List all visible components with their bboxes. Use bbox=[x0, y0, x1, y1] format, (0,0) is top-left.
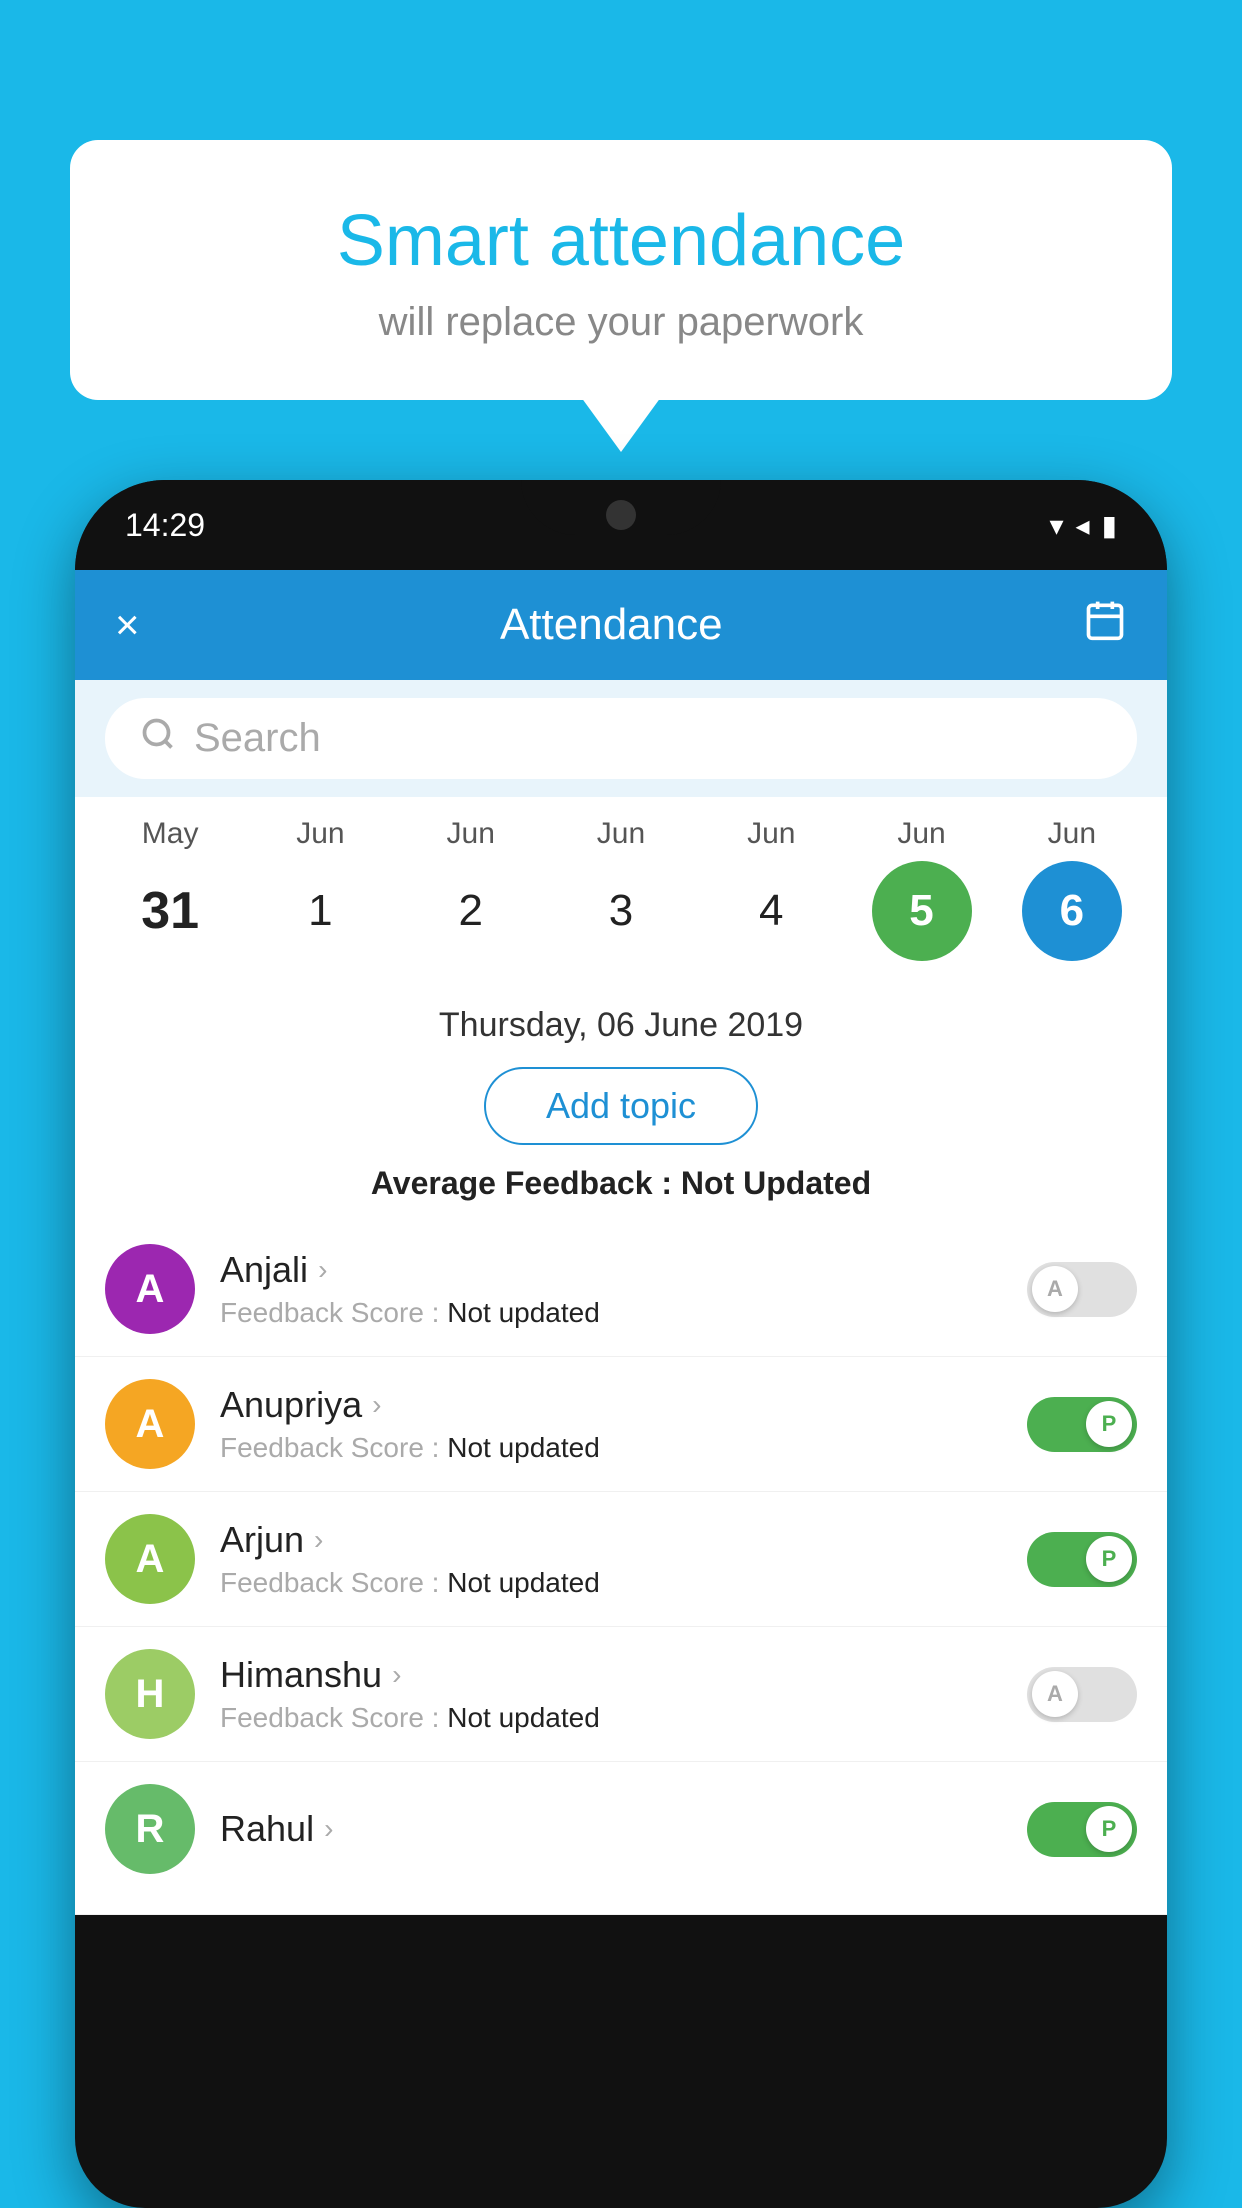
chevron-icon: › bbox=[314, 1524, 323, 1556]
search-bar-wrapper: Search bbox=[75, 680, 1167, 797]
avg-feedback-value: Not Updated bbox=[681, 1165, 871, 1201]
app-screen: × Attendance Search bbox=[75, 570, 1167, 1915]
avatar-arjun: A bbox=[105, 1514, 195, 1604]
speech-bubble: Smart attendance will replace your paper… bbox=[70, 140, 1172, 400]
avatar-anupriya: A bbox=[105, 1379, 195, 1469]
calendar-icon[interactable] bbox=[1083, 598, 1127, 652]
month-3: Jun bbox=[556, 817, 686, 851]
date-3[interactable]: 3 bbox=[556, 886, 686, 936]
battery-icon: ▮ bbox=[1102, 509, 1117, 542]
wifi-icon: ▾ bbox=[1049, 509, 1063, 542]
date-0[interactable]: 31 bbox=[105, 881, 235, 941]
avatar-himanshu: H bbox=[105, 1649, 195, 1739]
phone-frame: 14:29 ▾ ◂ ▮ × Attendance bbox=[75, 480, 1167, 2208]
student-name-partial[interactable]: Rahul › bbox=[220, 1808, 1027, 1850]
student-item-arjun: A Arjun › Feedback Score : Not updated P bbox=[75, 1492, 1167, 1627]
toggle-anupriya[interactable]: P bbox=[1027, 1397, 1137, 1452]
student-list: A Anjali › Feedback Score : Not updated … bbox=[75, 1222, 1167, 1915]
calendar-section: May Jun Jun Jun Jun Jun Jun 31 1 2 3 4 5… bbox=[75, 797, 1167, 981]
app-header: × Attendance bbox=[75, 570, 1167, 680]
student-item-himanshu: H Himanshu › Feedback Score : Not update… bbox=[75, 1627, 1167, 1762]
avatar-partial: R bbox=[105, 1784, 195, 1874]
chevron-icon: › bbox=[372, 1389, 381, 1421]
toggle-himanshu[interactable]: A bbox=[1027, 1667, 1137, 1722]
month-1: Jun bbox=[255, 817, 385, 851]
avg-feedback: Average Feedback : Not Updated bbox=[95, 1165, 1147, 1202]
signal-icon: ◂ bbox=[1076, 509, 1090, 542]
status-icons: ▾ ◂ ▮ bbox=[1049, 509, 1117, 542]
student-name-himanshu[interactable]: Himanshu › bbox=[220, 1654, 1027, 1696]
close-button[interactable]: × bbox=[115, 601, 140, 649]
search-placeholder: Search bbox=[194, 716, 321, 761]
date-2[interactable]: 2 bbox=[406, 886, 536, 936]
date-6[interactable]: 6 bbox=[1007, 861, 1137, 961]
bubble-subtitle: will replace your paperwork bbox=[130, 300, 1112, 345]
toggle-knob-himanshu: A bbox=[1032, 1671, 1078, 1717]
avg-feedback-label: Average Feedback : bbox=[371, 1165, 681, 1201]
toggle-partial[interactable]: P bbox=[1027, 1802, 1137, 1857]
student-info-partial: Rahul › bbox=[220, 1808, 1027, 1850]
student-score-anjali: Feedback Score : Not updated bbox=[220, 1297, 1027, 1329]
date-4[interactable]: 4 bbox=[706, 886, 836, 936]
speech-bubble-container: Smart attendance will replace your paper… bbox=[70, 140, 1172, 400]
phone-notch bbox=[521, 480, 721, 535]
toggle-arjun[interactable]: P bbox=[1027, 1532, 1137, 1587]
calendar-months: May Jun Jun Jun Jun Jun Jun bbox=[75, 817, 1167, 851]
status-bar: 14:29 ▾ ◂ ▮ bbox=[75, 480, 1167, 570]
date-info-section: Thursday, 06 June 2019 Add topic Average… bbox=[75, 981, 1167, 1222]
month-0: May bbox=[105, 817, 235, 851]
student-info-anjali: Anjali › Feedback Score : Not updated bbox=[220, 1249, 1027, 1329]
bubble-title: Smart attendance bbox=[130, 200, 1112, 282]
chevron-icon: › bbox=[392, 1659, 401, 1691]
month-6: Jun bbox=[1007, 817, 1137, 851]
selected-date-label: Thursday, 06 June 2019 bbox=[95, 1006, 1147, 1045]
student-score-anupriya: Feedback Score : Not updated bbox=[220, 1432, 1027, 1464]
calendar-dates: 31 1 2 3 4 5 6 bbox=[75, 851, 1167, 971]
chevron-icon: › bbox=[318, 1254, 327, 1286]
status-time: 14:29 bbox=[125, 507, 205, 544]
toggle-knob-arjun: P bbox=[1086, 1536, 1132, 1582]
student-item-anupriya: A Anupriya › Feedback Score : Not update… bbox=[75, 1357, 1167, 1492]
toggle-knob-anupriya: P bbox=[1086, 1401, 1132, 1447]
date-5[interactable]: 5 bbox=[857, 861, 987, 961]
toggle-knob-partial: P bbox=[1086, 1806, 1132, 1852]
phone-camera bbox=[606, 500, 636, 530]
toggle-anjali[interactable]: A bbox=[1027, 1262, 1137, 1317]
student-name-arjun[interactable]: Arjun › bbox=[220, 1519, 1027, 1561]
date-1[interactable]: 1 bbox=[255, 886, 385, 936]
student-info-arjun: Arjun › Feedback Score : Not updated bbox=[220, 1519, 1027, 1599]
student-score-arjun: Feedback Score : Not updated bbox=[220, 1567, 1027, 1599]
student-name-anupriya[interactable]: Anupriya › bbox=[220, 1384, 1027, 1426]
student-item-anjali: A Anjali › Feedback Score : Not updated … bbox=[75, 1222, 1167, 1357]
toggle-knob-anjali: A bbox=[1032, 1266, 1078, 1312]
search-bar[interactable]: Search bbox=[105, 698, 1137, 779]
student-name-anjali[interactable]: Anjali › bbox=[220, 1249, 1027, 1291]
student-info-anupriya: Anupriya › Feedback Score : Not updated bbox=[220, 1384, 1027, 1464]
month-4: Jun bbox=[706, 817, 836, 851]
month-5: Jun bbox=[857, 817, 987, 851]
month-2: Jun bbox=[406, 817, 536, 851]
avatar-anjali: A bbox=[105, 1244, 195, 1334]
app-title: Attendance bbox=[500, 600, 723, 650]
chevron-icon: › bbox=[324, 1813, 333, 1845]
student-info-himanshu: Himanshu › Feedback Score : Not updated bbox=[220, 1654, 1027, 1734]
search-icon bbox=[140, 716, 176, 761]
student-item-partial: R Rahul › P bbox=[75, 1762, 1167, 1915]
student-score-himanshu: Feedback Score : Not updated bbox=[220, 1702, 1027, 1734]
add-topic-button[interactable]: Add topic bbox=[484, 1067, 758, 1145]
